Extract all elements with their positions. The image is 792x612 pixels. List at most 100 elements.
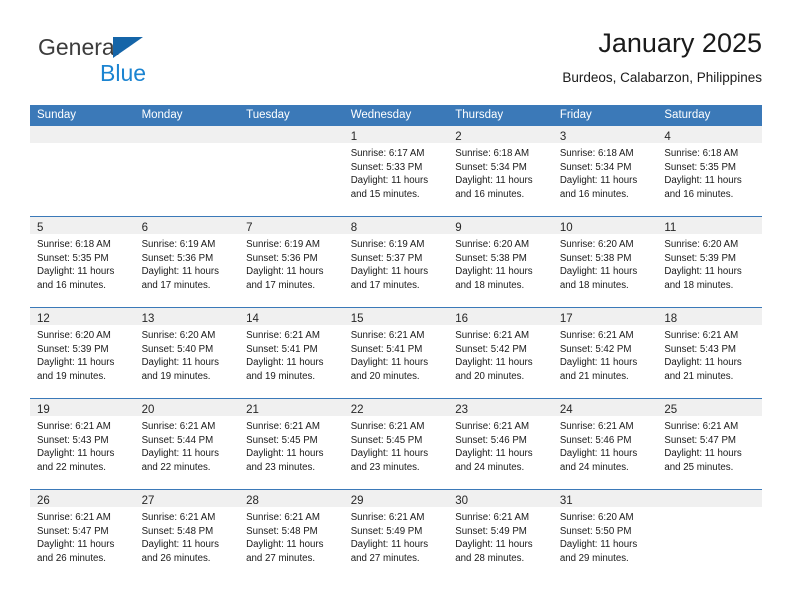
daylight-text-line2: and 22 minutes. [141,461,211,473]
calendar-day-cell[interactable]: 27 Sunrise: 6:21 AM Sunset: 5:48 PM Dayligh… [134,489,240,580]
calendar-day-cell[interactable]: 4 Sunrise: 6:18 AM Sunset: 5:35 PM Daylight… [657,126,762,217]
sunset-text: Sunset: 5:41 PM [246,343,318,355]
general-blue-logo[interactable]: General Blue [38,34,238,90]
calendar-day-cell[interactable]: 26 Sunrise: 6:21 AM Sunset: 5:47 PM Dayligh… [30,489,135,580]
calendar-header-row: Sunday Monday Tuesday Wednesday Thursday Frid… [30,105,762,126]
day-number: 26 [37,495,50,507]
daylight-text-line1: Daylight: 11 hours [37,539,115,551]
day-details [239,143,344,147]
calendar-day-cell[interactable]: 13 Sunrise: 6:20 AM Sunset: 5:40 PM Dayligh… [134,307,240,399]
daylight-text-line2: and 25 minutes. [664,461,734,473]
sunset-text: Sunset: 5:47 PM [37,525,109,537]
day-number: 12 [37,313,50,325]
daylight-text-line2: and 26 minutes. [37,552,106,564]
day-number: 17 [559,313,573,325]
daylight-text-line2: and 16 minutes. [559,188,629,200]
calendar-day-cell[interactable]: 19 Sunrise: 6:21 AM Sunset: 5:43 PM Dayligh… [30,398,135,490]
calendar-day-cell[interactable]: 1 Sunrise: 6:17 AM Sunset: 5:33 PM Daylight… [343,126,449,217]
calendar-day-cell[interactable]: 30 Sunrise: 6:21 AM Sunset: 5:49 PM Dayligh… [448,489,553,580]
calendar-day-cell[interactable]: 15 Sunrise: 6:21 AM Sunset: 5:41 PM Dayligh… [343,307,449,399]
daylight-text-line2: and 21 minutes. [664,370,734,382]
day-details: Sunrise: 6:21 AM Sunset: 5:41 PM Daylight:… [239,325,344,383]
day-cell-content: 29 Sunrise: 6:21 AM Sunset: 5:49 PM Dayligh… [343,490,449,580]
sunrise-text: Sunrise: 6:21 AM [455,330,530,341]
sunrise-text: Sunrise: 6:21 AM [350,421,425,432]
calendar-day-cell[interactable]: 18 Sunrise: 6:21 AM Sunset: 5:43 PM Dayligh… [657,307,762,399]
calendar-day-cell[interactable]: 23 Sunrise: 6:21 AM Sunset: 5:46 PM Dayligh… [448,398,553,490]
daylight-text-line1: Daylight: 11 hours [559,448,638,460]
calendar-day-cell[interactable]: 20 Sunrise: 6:21 AM Sunset: 5:44 PM Dayligh… [134,398,240,490]
calendar-day-cell[interactable]: 24 Sunrise: 6:21 AM Sunset: 5:46 PM Dayligh… [552,398,658,490]
daylight-text-line2: and 22 minutes. [37,461,106,473]
sunrise-text: Sunrise: 6:21 AM [559,421,634,432]
logo-general-text: General [38,34,120,60]
weekday-header-friday: Friday [552,105,658,126]
day-number: 14 [246,313,259,325]
calendar-day-cell[interactable]: 12 Sunrise: 6:20 AM Sunset: 5:39 PM Dayligh… [30,307,135,399]
day-cell-content: 30 Sunrise: 6:21 AM Sunset: 5:49 PM Dayligh… [448,490,553,580]
day-number-band: 3 [552,126,658,143]
calendar-empty-cell [30,126,135,217]
calendar-day-cell[interactable]: 31 Sunrise: 6:20 AM Sunset: 5:50 PM Dayligh… [552,489,658,580]
sunrise-text: Sunrise: 6:18 AM [664,148,739,159]
day-number-band: 11 [657,217,762,234]
day-details: Sunrise: 6:18 AM Sunset: 5:34 PM Daylight:… [553,143,658,201]
daylight-text-line2: and 27 minutes. [350,552,420,564]
daylight-text-line2: and 24 minutes. [455,461,525,473]
weekday-header-thursday: Thursday [448,105,553,126]
sunrise-text: Sunrise: 6:20 AM [559,239,634,250]
sunrise-text: Sunrise: 6:20 AM [664,239,739,250]
sunrise-text: Sunrise: 6:21 AM [37,512,111,523]
calendar-day-cell[interactable]: 14 Sunrise: 6:21 AM Sunset: 5:41 PM Dayligh… [239,307,344,399]
sunset-text: Sunset: 5:48 PM [246,525,318,537]
sunset-text: Sunset: 5:35 PM [664,161,736,173]
calendar-week-row: 26 Sunrise: 6:21 AM Sunset: 5:47 PM Dayligh… [30,489,762,580]
title-block: January 2025 Burdeos, Calabarzon, Philip… [282,26,762,88]
daylight-text-line1: Daylight: 11 hours [37,448,115,460]
day-number: 18 [664,313,678,325]
calendar-day-cell[interactable]: 25 Sunrise: 6:21 AM Sunset: 5:47 PM Dayligh… [657,398,762,490]
calendar-day-cell[interactable]: 29 Sunrise: 6:21 AM Sunset: 5:49 PM Dayligh… [343,489,449,580]
weekday-header-saturday: Saturday [657,105,762,126]
calendar-day-cell[interactable]: 21 Sunrise: 6:21 AM Sunset: 5:45 PM Dayligh… [239,398,344,490]
sunset-text: Sunset: 5:46 PM [559,434,632,446]
day-number-band: 8 [343,217,449,234]
day-number: 5 [37,222,44,234]
day-details [657,507,762,511]
calendar-day-cell[interactable]: 22 Sunrise: 6:21 AM Sunset: 5:45 PM Dayligh… [343,398,449,490]
calendar-day-cell[interactable]: 9 Sunrise: 6:20 AM Sunset: 5:38 PM Daylight… [448,216,553,308]
calendar-day-cell[interactable]: 10 Sunrise: 6:20 AM Sunset: 5:38 PM Dayligh… [552,216,658,308]
calendar-day-cell[interactable]: 11 Sunrise: 6:20 AM Sunset: 5:39 PM Dayligh… [657,216,762,308]
calendar-day-cell[interactable]: 6 Sunrise: 6:19 AM Sunset: 5:36 PM Daylight… [134,216,240,308]
sunrise-text: Sunrise: 6:18 AM [37,239,111,250]
day-cell-content: 31 Sunrise: 6:20 AM Sunset: 5:50 PM Dayligh… [552,490,658,580]
day-number-band: 30 [448,490,553,507]
calendar-day-cell[interactable]: 8 Sunrise: 6:19 AM Sunset: 5:37 PM Daylight… [343,216,449,308]
daylight-text-line1: Daylight: 11 hours [559,357,638,369]
day-cell-content: 25 Sunrise: 6:21 AM Sunset: 5:47 PM Dayligh… [657,399,762,489]
calendar-day-cell[interactable]: 17 Sunrise: 6:21 AM Sunset: 5:42 PM Dayligh… [552,307,658,399]
day-details [135,143,240,147]
day-number: 27 [141,495,155,507]
day-details: Sunrise: 6:21 AM Sunset: 5:43 PM Daylight:… [657,325,762,383]
calendar-day-cell[interactable]: 7 Sunrise: 6:19 AM Sunset: 5:36 PM Daylight… [239,216,344,308]
calendar-day-cell[interactable]: 16 Sunrise: 6:21 AM Sunset: 5:42 PM Dayligh… [448,307,553,399]
day-details: Sunrise: 6:21 AM Sunset: 5:43 PM Daylight:… [30,416,135,474]
sunrise-text: Sunrise: 6:21 AM [664,330,739,341]
calendar-page: General Blue January 2025 Burdeos, Calab… [0,0,792,612]
calendar-day-cell[interactable]: 5 Sunrise: 6:18 AM Sunset: 5:35 PM Daylight… [30,216,135,308]
weekday-header-wednesday: Wednesday [343,105,449,126]
sunset-text: Sunset: 5:43 PM [664,343,736,355]
daylight-text-line1: Daylight: 11 hours [455,175,533,187]
page-header: General Blue January 2025 Burdeos, Calab… [30,26,762,100]
day-details: Sunrise: 6:21 AM Sunset: 5:45 PM Daylight:… [344,416,449,474]
daylight-text-line1: Daylight: 11 hours [350,448,429,460]
day-number-band [134,126,240,143]
calendar-day-cell[interactable]: 3 Sunrise: 6:18 AM Sunset: 5:34 PM Daylight… [552,126,658,217]
calendar-day-cell[interactable]: 28 Sunrise: 6:21 AM Sunset: 5:48 PM Dayligh… [239,489,344,580]
day-number-band: 14 [239,308,344,325]
sunset-text: Sunset: 5:45 PM [350,434,423,446]
day-number-band: 7 [239,217,344,234]
daylight-text-line2: and 23 minutes. [350,461,420,473]
calendar-day-cell[interactable]: 2 Sunrise: 6:18 AM Sunset: 5:34 PM Daylight… [448,126,553,217]
